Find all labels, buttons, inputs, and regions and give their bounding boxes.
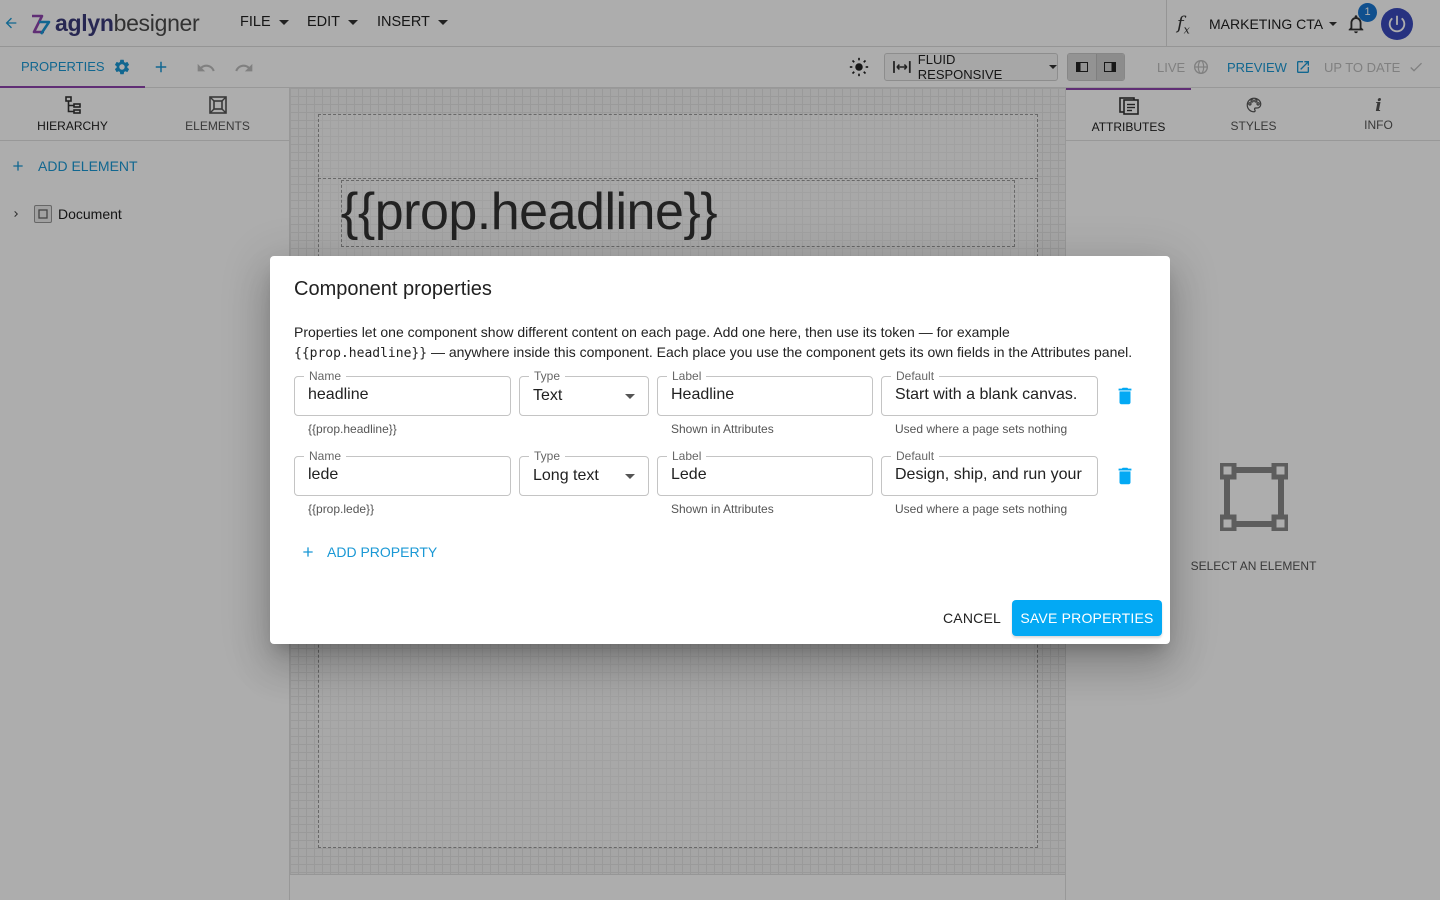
property-label-field[interactable]: Label — [657, 448, 873, 496]
field-label: Name — [304, 368, 347, 384]
cancel-button[interactable]: CANCEL — [930, 600, 1014, 636]
add-property-label: ADD PROPERTY — [327, 544, 438, 560]
property-token-hint: {{prop.headline}} — [308, 422, 397, 436]
dialog-title: Component properties — [294, 278, 492, 300]
save-properties-button[interactable]: SAVE PROPERTIES — [1012, 600, 1162, 636]
property-default-input[interactable] — [895, 466, 1084, 484]
field-label: Default — [891, 448, 940, 464]
property-name-field[interactable]: Name — [294, 368, 511, 416]
field-label: Label — [667, 448, 707, 464]
dropdown-arrow-icon — [625, 394, 635, 399]
property-name-field[interactable]: Name — [294, 448, 511, 496]
token-example: {{prop.headline}} — [294, 346, 428, 361]
field-label: Name — [304, 448, 347, 464]
property-type-value: Long text — [533, 467, 599, 484]
component-properties-dialog: Component properties Properties let one … — [270, 256, 1170, 644]
property-name-input[interactable] — [308, 466, 497, 484]
property-type-value: Text — [533, 387, 563, 404]
property-type-select[interactable]: Type Long text — [519, 448, 649, 496]
field-label: Type — [529, 368, 566, 384]
property-default-field[interactable]: Default — [881, 448, 1098, 496]
property-name-input[interactable] — [308, 386, 497, 404]
add-property-button[interactable]: ADD PROPERTY — [300, 544, 437, 560]
field-label: Label — [667, 368, 707, 384]
dropdown-arrow-icon — [625, 474, 635, 479]
property-label-input[interactable] — [671, 466, 859, 484]
property-type-select[interactable]: Type Text — [519, 368, 649, 416]
property-label-field[interactable]: Label — [657, 368, 873, 416]
default-hint: Used where a page sets nothing — [895, 502, 1068, 516]
field-label: Type — [529, 448, 566, 464]
property-token-hint: {{prop.lede}} — [308, 502, 375, 516]
label-hint: Shown in Attributes — [671, 502, 774, 516]
default-hint: Used where a page sets nothing — [895, 422, 1068, 436]
property-default-input[interactable] — [895, 386, 1084, 404]
property-default-field[interactable]: Default — [881, 368, 1098, 416]
add-icon — [303, 547, 313, 557]
dialog-description: Properties let one component show differ… — [294, 324, 1133, 361]
delete-icon[interactable] — [1114, 465, 1136, 487]
field-label: Default — [891, 368, 940, 384]
delete-icon[interactable] — [1114, 385, 1136, 407]
label-hint: Shown in Attributes — [671, 422, 774, 436]
property-label-input[interactable] — [671, 386, 859, 404]
